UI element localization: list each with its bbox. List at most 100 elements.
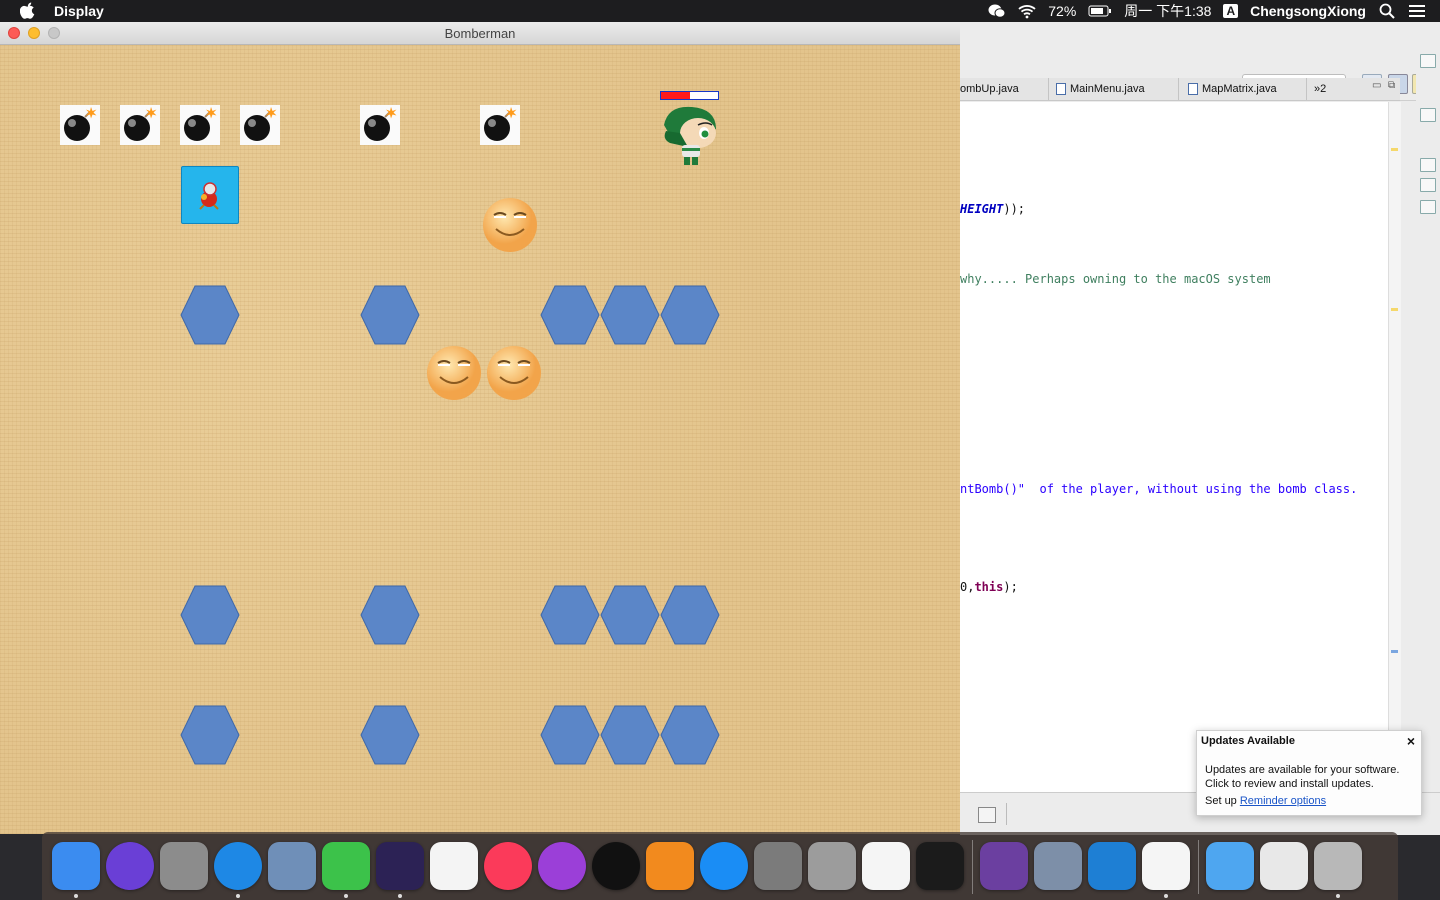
bomb-icon <box>124 107 157 141</box>
running-indicator <box>1164 894 1168 898</box>
smiley-enemy <box>426 345 482 401</box>
hex-wall-block <box>180 705 240 765</box>
apple-tv-dock-icon[interactable] <box>592 842 640 890</box>
bomb-pickup <box>120 105 160 145</box>
active-app-name[interactable]: Display <box>54 3 104 19</box>
ruler-marker[interactable] <box>1391 650 1398 653</box>
minimize-view-icon[interactable]: ▭ <box>1372 80 1381 91</box>
archive-utility-dock-icon[interactable] <box>980 842 1028 890</box>
game-canvas[interactable] <box>0 45 960 834</box>
problems-view-icon[interactable] <box>1420 200 1436 214</box>
running-indicator <box>74 894 78 898</box>
task-list-icon[interactable] <box>1420 178 1436 192</box>
hex-wall-block <box>540 285 600 345</box>
code-line: 0,this); <box>960 580 1018 594</box>
ninja-player-icon <box>664 106 716 165</box>
running-indicator <box>398 894 402 898</box>
notification-center-icon[interactable] <box>1408 3 1426 19</box>
separator <box>1006 803 1007 825</box>
folder-dock-icon[interactable] <box>1206 842 1254 890</box>
trash-dock-icon[interactable] <box>1314 842 1362 890</box>
tab-overflow-button[interactable]: »2 <box>1312 78 1344 100</box>
updates-notification[interactable]: Updates Available × Updates are availabl… <box>1196 730 1422 816</box>
outline-view-icon[interactable] <box>1420 108 1436 122</box>
bomb-pickup <box>240 105 280 145</box>
reminder-options-link[interactable]: Reminder options <box>1240 795 1326 807</box>
wechat-status-icon[interactable] <box>988 3 1006 19</box>
hex-wall-block <box>660 585 720 645</box>
wifi-icon[interactable] <box>1018 3 1036 19</box>
music-dock-icon[interactable] <box>484 842 532 890</box>
window-title-bar[interactable]: Bomberman <box>0 22 960 45</box>
wechat-files-dock-icon[interactable] <box>1260 842 1308 890</box>
tab-bombup[interactable]: ombUp.java <box>960 78 1049 100</box>
dock-separator <box>1198 840 1199 894</box>
wechat-dock-icon[interactable] <box>322 842 370 890</box>
menubar-user-name[interactable]: ChengsongXiong <box>1250 3 1366 19</box>
disk-utility-dock-icon[interactable] <box>808 842 856 890</box>
hex-wall-block <box>180 285 240 345</box>
input-source-indicator[interactable]: A <box>1223 4 1239 18</box>
notification-body: Updates are available for your software.… <box>1205 764 1400 790</box>
hex-wall-block <box>180 585 240 645</box>
finder-dock-icon[interactable] <box>52 842 100 890</box>
system-preferences-dock-icon[interactable] <box>754 842 802 890</box>
running-indicator <box>236 894 240 898</box>
hex-wall-block <box>360 705 420 765</box>
hex-wall-block <box>600 705 660 765</box>
smiley-enemy <box>482 197 538 253</box>
running-indicator <box>1336 894 1340 898</box>
bomb-icon <box>64 107 97 141</box>
hex-wall-block <box>540 705 600 765</box>
status-bar-icon[interactable] <box>978 807 996 823</box>
hierarchy-view-icon[interactable] <box>1420 158 1436 172</box>
terminal-dock-icon[interactable] <box>916 842 964 890</box>
player-health-bar <box>660 91 719 100</box>
player-health-fill <box>661 92 690 99</box>
code-line: ntBomb()" of the player, without using t… <box>960 482 1358 496</box>
restore-icon[interactable] <box>1420 54 1436 68</box>
code-line: why..... Perhaps owning to the macOS sys… <box>960 272 1271 286</box>
tab-mainmenu[interactable]: MainMenu.java <box>1050 78 1179 100</box>
preview-dock-icon[interactable] <box>268 842 316 890</box>
hex-wall-block <box>360 285 420 345</box>
maximize-view-icon[interactable]: ⧉ <box>1388 80 1395 91</box>
apple-menu-icon[interactable] <box>20 2 36 19</box>
image-capture-dock-icon[interactable] <box>1034 842 1082 890</box>
siri-dock-icon[interactable] <box>106 842 154 890</box>
hex-wall-block <box>600 585 660 645</box>
bomb-icon <box>484 107 517 141</box>
hex-wall-block <box>660 705 720 765</box>
notification-title: Updates Available <box>1201 735 1295 747</box>
podcasts-dock-icon[interactable] <box>538 842 586 890</box>
notification-setup: Set up Reminder options <box>1205 795 1327 807</box>
eudic-dock-icon[interactable] <box>862 842 910 890</box>
smiley-face-icon <box>487 346 541 400</box>
bomberman-window: Bomberman <box>0 22 960 834</box>
editor-tabs: ombUp.java MainMenu.java MapMatrix.java … <box>960 78 1400 101</box>
close-notification-button[interactable]: × <box>1407 733 1415 749</box>
battery-icon[interactable] <box>1088 3 1112 19</box>
overview-ruler <box>1388 102 1401 792</box>
ide-window: ombUp.java MainMenu.java MapMatrix.java … <box>960 22 1440 835</box>
ruler-marker[interactable] <box>1391 308 1398 311</box>
photos-dock-icon[interactable] <box>430 842 478 890</box>
hex-wall-block <box>540 585 600 645</box>
java-dock-icon[interactable] <box>1142 842 1190 890</box>
running-indicator <box>344 894 348 898</box>
menubar-clock[interactable]: 周一 下午1:38 <box>1124 1 1211 21</box>
battery-percent[interactable]: 72% <box>1048 3 1076 19</box>
books-dock-icon[interactable] <box>646 842 694 890</box>
eclipse-dock-icon[interactable] <box>376 842 424 890</box>
tab-mapmatrix[interactable]: MapMatrix.java <box>1182 78 1307 100</box>
vscode-dock-icon[interactable] <box>1088 842 1136 890</box>
safari-dock-icon[interactable] <box>214 842 262 890</box>
launchpad-dock-icon[interactable] <box>160 842 208 890</box>
java-file-icon <box>1056 83 1066 95</box>
menu-bar: Display 72% 周一 下午1:38 A ChengsongXiong <box>0 0 1440 22</box>
code-editor[interactable]: HEIGHT)); why..... Perhaps owning to the… <box>960 102 1388 792</box>
app-store-dock-icon[interactable] <box>700 842 748 890</box>
spotlight-search-icon[interactable] <box>1378 3 1396 19</box>
powerup-tile <box>181 166 239 224</box>
ruler-marker[interactable] <box>1391 148 1398 151</box>
